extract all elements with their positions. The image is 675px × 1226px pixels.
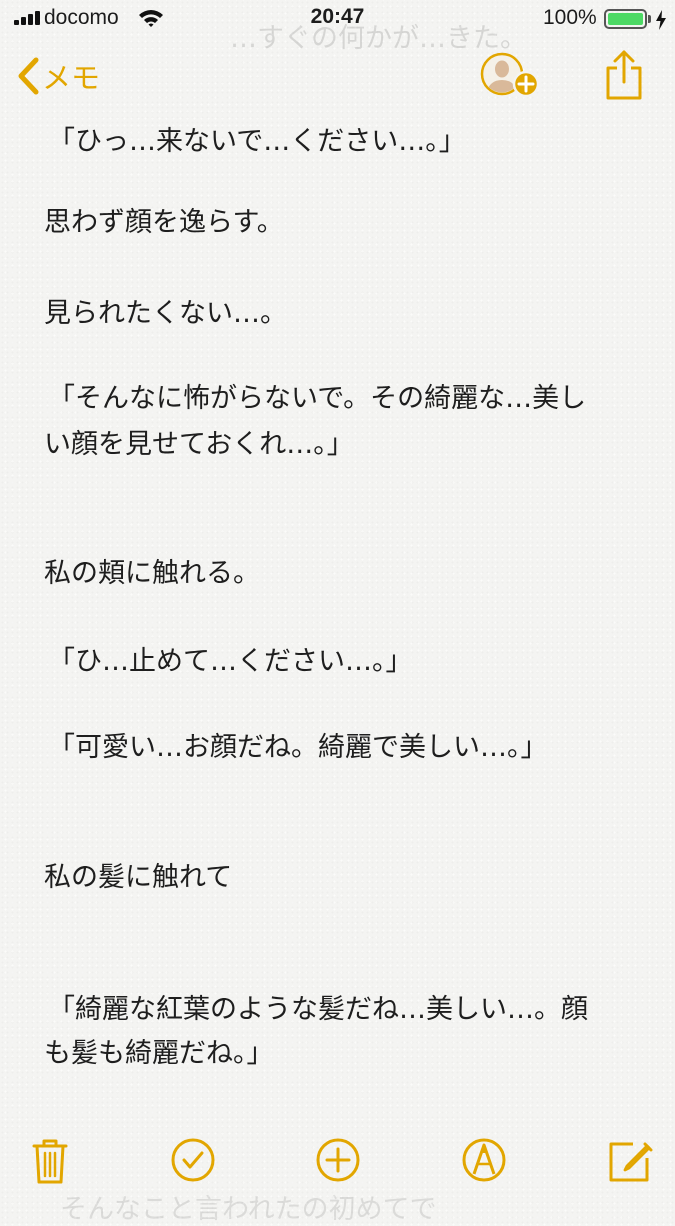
share-icon[interactable] bbox=[604, 48, 644, 102]
checklist-icon[interactable] bbox=[169, 1134, 217, 1186]
battery-percent: 100% bbox=[543, 6, 597, 29]
chevron-left-icon bbox=[18, 57, 39, 95]
note-line: 「ひっ…来ないで…ください…。」 bbox=[48, 126, 466, 157]
note-line: 「ひ…止めて…ください…。」 bbox=[48, 646, 413, 677]
navigation-bar: …すぐの何かが…きた。 メモ bbox=[0, 23, 675, 116]
note-line: 私の髪に触れて bbox=[44, 862, 233, 893]
battery-nub bbox=[648, 15, 651, 23]
add-icon[interactable] bbox=[314, 1134, 362, 1186]
note-line: い顔を見せておくれ…。」 bbox=[44, 429, 354, 460]
note-line: も髪も綺麗だね。」 bbox=[44, 1038, 274, 1069]
note-line: 「可愛い…お顔だね。綺麗で美しい…。」 bbox=[48, 732, 548, 763]
note-line: 私の頬に触れる。 bbox=[44, 558, 260, 589]
trash-icon[interactable] bbox=[26, 1134, 74, 1186]
markup-icon[interactable] bbox=[460, 1134, 508, 1186]
compose-icon[interactable] bbox=[605, 1134, 653, 1186]
charging-bolt-icon bbox=[656, 10, 666, 30]
add-person-icon[interactable] bbox=[480, 52, 546, 104]
bottom-toolbar bbox=[0, 1120, 675, 1200]
back-button-label: メモ bbox=[42, 61, 101, 95]
note-line: 「綺麗な紅葉のような髪だね…美しい…。顔 bbox=[48, 994, 588, 1025]
note-line: 思わず顔を逸らす。 bbox=[44, 207, 284, 238]
battery-fill bbox=[608, 13, 643, 25]
status-bar: docomo 20:47 100% bbox=[0, 0, 675, 40]
note-line: 「そんなに怖がらないで。その綺麗な…美し bbox=[48, 383, 587, 414]
battery-icon bbox=[604, 9, 647, 29]
note-line: 見られたくない…。 bbox=[44, 298, 287, 329]
note-body[interactable]: 「ひっ…来ないで…ください…。」 思わず顔を逸らす。 見られたくない…。 「そん… bbox=[0, 0, 675, 1225]
back-button[interactable]: メモ bbox=[16, 54, 100, 98]
